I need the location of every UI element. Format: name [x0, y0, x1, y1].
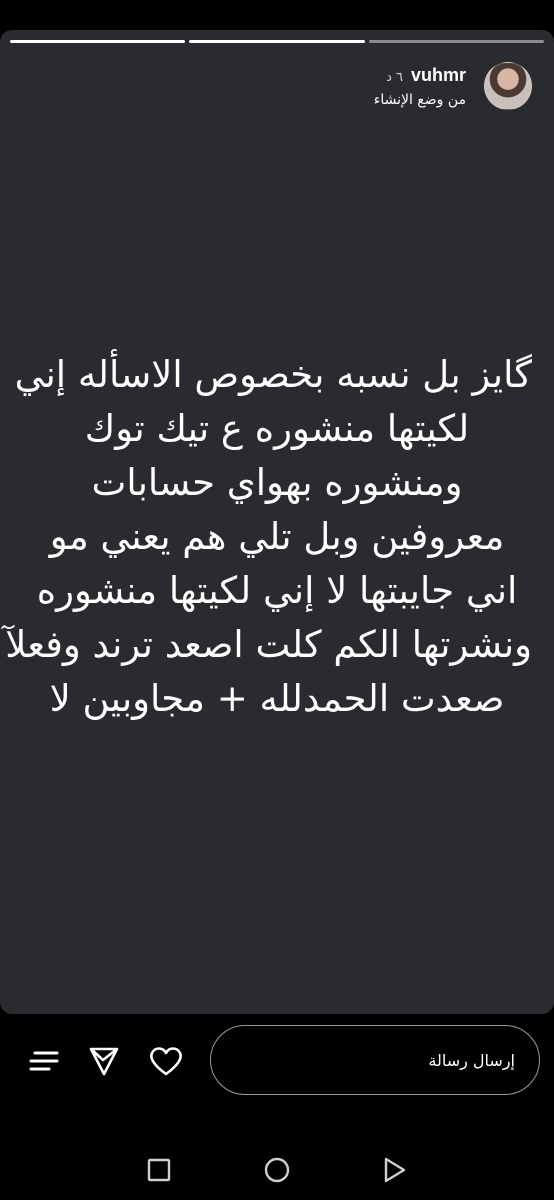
story-text-line: اني جايبتها لا إني لكيتها منشوره [36, 569, 518, 612]
heart-icon[interactable] [146, 1041, 186, 1081]
system-nav-bar [0, 1140, 554, 1200]
story-text-line: ومنشوره بهواي حسابات [91, 461, 463, 504]
story-progress [10, 40, 544, 43]
time-ago: ٦ د [386, 69, 403, 85]
story-text: گايز بل نسبه بخصوص الاسأله إني لكيتها من… [5, 348, 532, 726]
menu-icon[interactable] [24, 1041, 64, 1081]
message-input[interactable]: إرسال رسالة [210, 1025, 540, 1095]
story-text-line: ونشرتها الكم كلت اصعد ترند وفعلآ [5, 623, 532, 666]
story-text-line: لكيتها منشوره ع تيك توك [84, 407, 470, 450]
screen: vuhmr ٦ د من وضع الإنشاء گايز بل نسبه بخ… [0, 0, 554, 1200]
story-text-line: صعدت الحمدلله + مجاوبين لا [49, 677, 505, 720]
triangle-back-icon[interactable] [376, 1152, 412, 1188]
reply-bar: إرسال رسالة [0, 1025, 554, 1105]
user-line: vuhmr ٦ د [374, 65, 466, 86]
story-text-line: گايز بل نسبه بخصوص الاسأله إني [14, 353, 532, 396]
message-placeholder: إرسال رسالة [428, 1050, 515, 1070]
story-card[interactable]: vuhmr ٦ د من وضع الإنشاء گايز بل نسبه بخ… [0, 30, 554, 1014]
story-subtitle: من وضع الإنشاء [373, 91, 466, 108]
progress-segment [10, 40, 186, 43]
user-meta: vuhmr ٦ د من وضع الإنشاء [374, 65, 466, 108]
story-text-line: معروفين وبل تلي هم يعني مو [49, 515, 505, 558]
username[interactable]: vuhmr [411, 65, 466, 86]
progress-segment [189, 40, 365, 43]
progress-fill [10, 40, 186, 43]
circle-icon[interactable] [259, 1152, 295, 1188]
square-icon[interactable] [141, 1152, 177, 1188]
send-icon[interactable] [84, 1041, 124, 1081]
progress-fill [189, 40, 365, 43]
progress-segment [368, 40, 544, 43]
avatar[interactable] [484, 62, 532, 110]
story-header: vuhmr ٦ د من وضع الإنشاء [22, 56, 532, 116]
